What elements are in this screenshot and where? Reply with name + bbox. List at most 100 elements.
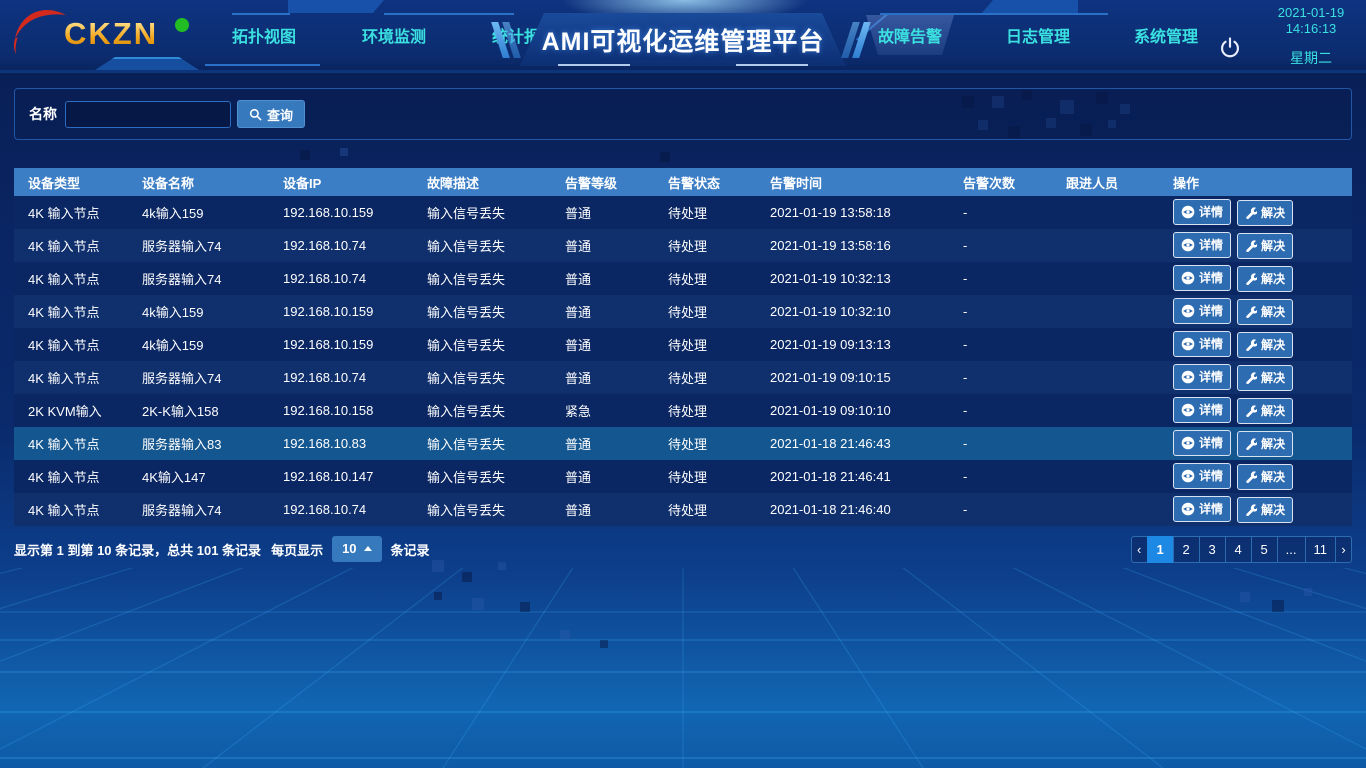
cell-alarm-time: 2021-01-19 09:13:13 bbox=[756, 337, 949, 352]
cell-device-ip: 192.168.10.159 bbox=[269, 337, 413, 352]
resolve-button-label: 解决 bbox=[1261, 501, 1285, 518]
cell-alarm-level: 紧急 bbox=[551, 401, 654, 420]
table-row[interactable]: 4K 输入节点服务器输入74192.168.10.74输入信号丢失普通待处理20… bbox=[14, 229, 1352, 262]
table-row[interactable]: 4K 输入节点服务器输入74192.168.10.74输入信号丢失普通待处理20… bbox=[14, 262, 1352, 295]
nav-environment[interactable]: 环境监测 bbox=[350, 15, 438, 55]
pager: ‹12345...11› bbox=[1131, 536, 1352, 563]
cell-device-type: 4K 输入节点 bbox=[14, 500, 128, 519]
detail-button[interactable]: 详情 bbox=[1173, 199, 1231, 225]
page-prev-button[interactable]: ‹ bbox=[1131, 536, 1148, 563]
cell-device-name: 服务器输入74 bbox=[128, 368, 269, 387]
eye-icon bbox=[1181, 304, 1195, 318]
cell-alarm-time: 2021-01-19 09:10:10 bbox=[756, 403, 949, 418]
resolve-button[interactable]: 解决 bbox=[1237, 233, 1293, 259]
resolve-button[interactable]: 解决 bbox=[1237, 266, 1293, 292]
cell-device-type: 4K 输入节点 bbox=[14, 434, 128, 453]
power-icon[interactable] bbox=[1218, 36, 1244, 62]
detail-button[interactable]: 详情 bbox=[1173, 397, 1231, 423]
detail-button-label: 详情 bbox=[1199, 302, 1223, 319]
logo-text: CKZN bbox=[64, 16, 158, 52]
page-button[interactable]: 1 bbox=[1147, 536, 1174, 563]
cell-device-ip: 192.168.10.83 bbox=[269, 436, 413, 451]
query-button-label: 查询 bbox=[267, 105, 293, 124]
cell-alarm-status: 待处理 bbox=[654, 302, 756, 321]
page-button[interactable]: 3 bbox=[1199, 536, 1226, 563]
cell-device-name: 4k输入159 bbox=[128, 302, 269, 321]
cell-operations: 详情 解决 bbox=[1159, 496, 1352, 523]
nav-right: 故障告警日志管理系统管理 bbox=[866, 0, 1210, 70]
resolve-button[interactable]: 解决 bbox=[1237, 365, 1293, 391]
table-row[interactable]: 4K 输入节点4K输入147192.168.10.147输入信号丢失普通待处理2… bbox=[14, 460, 1352, 493]
col-header-operations: 操作 bbox=[1159, 173, 1352, 192]
resolve-button[interactable]: 解决 bbox=[1237, 299, 1293, 325]
cell-device-type: 4K 输入节点 bbox=[14, 368, 128, 387]
resolve-button[interactable]: 解决 bbox=[1237, 497, 1293, 523]
resolve-button-label: 解决 bbox=[1261, 369, 1285, 386]
detail-button-label: 详情 bbox=[1199, 368, 1223, 385]
table-row[interactable]: 4K 输入节点服务器输入74192.168.10.74输入信号丢失普通待处理20… bbox=[14, 361, 1352, 394]
detail-button[interactable]: 详情 bbox=[1173, 265, 1231, 291]
detail-button[interactable]: 详情 bbox=[1173, 463, 1231, 489]
per-page-prefix: 每页显示 bbox=[271, 540, 323, 559]
page-button[interactable]: 5 bbox=[1251, 536, 1278, 563]
nav-system[interactable]: 系统管理 bbox=[1122, 15, 1210, 55]
page-button[interactable]: ... bbox=[1277, 536, 1306, 563]
title-underline-deco bbox=[736, 64, 808, 66]
resolve-button-label: 解决 bbox=[1261, 336, 1285, 353]
col-header-device-ip: 设备IP bbox=[269, 173, 413, 192]
resolve-button-label: 解决 bbox=[1261, 204, 1285, 221]
detail-button[interactable]: 详情 bbox=[1173, 298, 1231, 324]
detail-button[interactable]: 详情 bbox=[1173, 331, 1231, 357]
nav-alarm[interactable]: 故障告警 bbox=[866, 15, 954, 55]
page-button[interactable]: 11 bbox=[1305, 536, 1337, 563]
table-row[interactable]: 4K 输入节点4k输入159192.168.10.159输入信号丢失普通待处理2… bbox=[14, 328, 1352, 361]
eye-icon bbox=[1181, 271, 1195, 285]
page-next-button[interactable]: › bbox=[1335, 536, 1352, 563]
logo: CKZN bbox=[12, 6, 202, 62]
eye-icon bbox=[1181, 337, 1195, 351]
cell-alarm-status: 待处理 bbox=[654, 467, 756, 486]
wrench-icon bbox=[1245, 207, 1257, 219]
cell-alarm-count: - bbox=[949, 502, 1052, 517]
detail-button-label: 详情 bbox=[1199, 203, 1223, 220]
table-row[interactable]: 4K 输入节点4k输入159192.168.10.159输入信号丢失普通待处理2… bbox=[14, 295, 1352, 328]
col-header-device-type: 设备类型 bbox=[14, 173, 128, 192]
wrench-icon bbox=[1245, 504, 1257, 516]
col-header-alarm-count: 告警次数 bbox=[949, 173, 1052, 192]
table-row[interactable]: 4K 输入节点服务器输入74192.168.10.74输入信号丢失普通待处理20… bbox=[14, 493, 1352, 526]
cell-alarm-count: - bbox=[949, 370, 1052, 385]
cell-alarm-status: 待处理 bbox=[654, 269, 756, 288]
resolve-button[interactable]: 解决 bbox=[1237, 398, 1293, 424]
page-button[interactable]: 4 bbox=[1225, 536, 1252, 563]
detail-button[interactable]: 详情 bbox=[1173, 430, 1231, 456]
resolve-button[interactable]: 解决 bbox=[1237, 431, 1293, 457]
resolve-button-label: 解决 bbox=[1261, 303, 1285, 320]
top-header-bar: CKZN 拓扑视图环境监测统计报表 AMI可视化运维管理平台 故障告警日志管理系… bbox=[0, 0, 1366, 70]
resolve-button[interactable]: 解决 bbox=[1237, 200, 1293, 226]
name-search-input[interactable] bbox=[65, 101, 231, 128]
wrench-icon bbox=[1245, 240, 1257, 252]
query-button[interactable]: 查询 bbox=[237, 100, 305, 128]
cell-alarm-time: 2021-01-18 21:46:41 bbox=[756, 469, 949, 484]
page-size-value: 10 bbox=[342, 541, 356, 556]
table-row[interactable]: 2K KVM输入2K-K输入158192.168.10.158输入信号丢失紧急待… bbox=[14, 394, 1352, 427]
detail-button-label: 详情 bbox=[1199, 434, 1223, 451]
detail-button-label: 详情 bbox=[1199, 236, 1223, 253]
resolve-button[interactable]: 解决 bbox=[1237, 332, 1293, 358]
page-button[interactable]: 2 bbox=[1173, 536, 1200, 563]
eye-icon bbox=[1181, 436, 1195, 450]
cell-fault-desc: 输入信号丢失 bbox=[413, 368, 551, 387]
resolve-button[interactable]: 解决 bbox=[1237, 464, 1293, 490]
cell-alarm-count: - bbox=[949, 436, 1052, 451]
detail-button[interactable]: 详情 bbox=[1173, 496, 1231, 522]
nav-topology[interactable]: 拓扑视图 bbox=[220, 15, 308, 55]
detail-button[interactable]: 详情 bbox=[1173, 232, 1231, 258]
table-row[interactable]: 4K 输入节点4k输入159192.168.10.159输入信号丢失普通待处理2… bbox=[14, 196, 1352, 229]
detail-button[interactable]: 详情 bbox=[1173, 364, 1231, 390]
table-row[interactable]: 4K 输入节点服务器输入83192.168.10.83输入信号丢失普通待处理20… bbox=[14, 427, 1352, 460]
search-label: 名称 bbox=[29, 104, 57, 124]
wrench-icon bbox=[1245, 372, 1257, 384]
nav-logs[interactable]: 日志管理 bbox=[994, 15, 1082, 55]
page-size-dropdown[interactable]: 10 bbox=[332, 536, 381, 562]
wrench-icon bbox=[1245, 471, 1257, 483]
